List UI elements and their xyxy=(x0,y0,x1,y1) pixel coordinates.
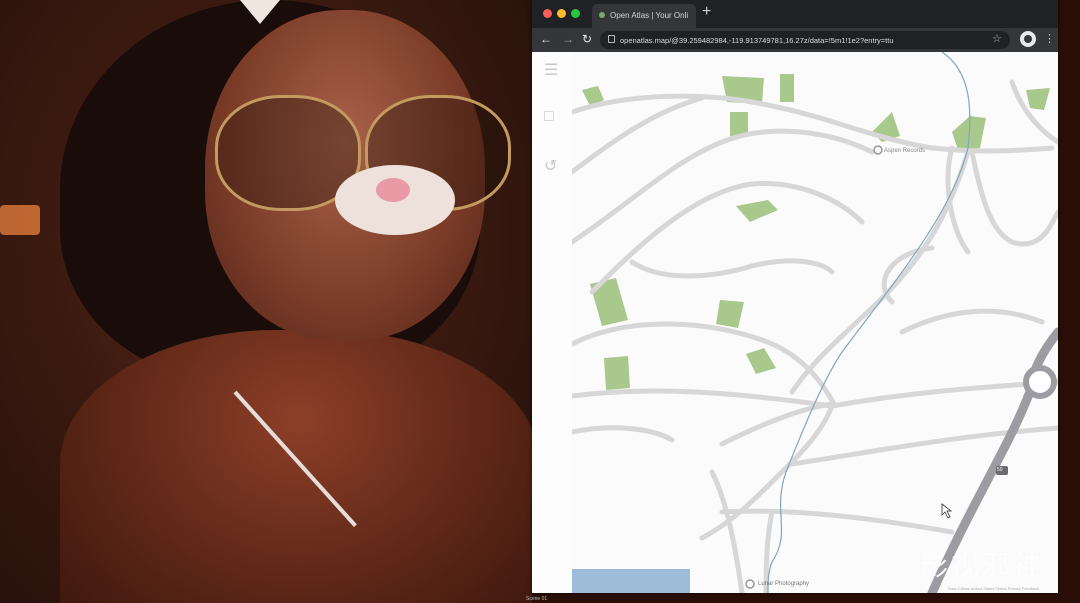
route-badge-label: 50 xyxy=(997,467,1003,473)
road xyxy=(881,245,935,305)
road xyxy=(789,149,971,395)
roads xyxy=(572,79,1058,593)
watermark-text: 影视邪神 xyxy=(920,549,1045,582)
location-pin-icon xyxy=(745,579,755,589)
maximize-window-button[interactable] xyxy=(571,9,580,18)
road xyxy=(572,128,875,245)
map-canvas[interactable]: Aspen Records Lunar Photography 50 Data … xyxy=(572,52,1058,593)
lock-icon xyxy=(608,35,615,43)
road xyxy=(719,508,955,535)
webcam-scene xyxy=(0,0,532,603)
road xyxy=(629,258,835,279)
tab-title: Open Atlas | Your Onli xyxy=(610,11,689,20)
poi-label-aspen: Aspen Records xyxy=(884,148,926,154)
address-bar[interactable]: openatlas.map/@39.259482984,-119.9137497… xyxy=(600,31,1010,49)
side-rail: ☰ □ ↺ xyxy=(532,52,573,593)
park xyxy=(746,348,776,374)
back-arrow-icon[interactable]: ← xyxy=(540,32,552,46)
map-attribution[interactable]: Data ©Atlas United States Terms Privacy … xyxy=(948,586,1039,591)
more-menu-icon[interactable]: ⋮ xyxy=(1044,32,1055,45)
road xyxy=(789,425,1058,467)
bookmark-star-icon[interactable]: ☆ xyxy=(992,32,1002,45)
person-body xyxy=(60,330,532,603)
profile-avatar-icon[interactable] xyxy=(1020,31,1036,47)
park xyxy=(716,300,744,328)
new-tab-button[interactable]: + xyxy=(702,3,711,21)
browser-window: Open Atlas | Your Onli + ← → ↻ openatlas… xyxy=(532,0,1058,593)
scene-caption: Scene 01 xyxy=(526,596,548,602)
road xyxy=(899,308,1045,335)
bunny-nose-tip xyxy=(376,178,410,202)
map-svg[interactable] xyxy=(572,52,1058,593)
mouse-cursor-icon xyxy=(941,503,953,519)
location-pin-icon xyxy=(873,145,883,155)
url-text: openatlas.map/@39.259482984,-119.9137497… xyxy=(620,36,894,45)
road xyxy=(709,469,745,593)
browser-toolbar: ← → ↻ openatlas.map/@39.259482984,-119.9… xyxy=(532,28,1058,52)
page-content: ☰ □ ↺ Aspen Records Lunar Photography 50… xyxy=(532,52,1058,593)
park xyxy=(780,74,794,102)
minimize-window-button[interactable] xyxy=(557,9,566,18)
park xyxy=(604,356,630,390)
water-body xyxy=(572,569,690,593)
hamburger-menu-icon[interactable]: ☰ xyxy=(544,60,558,80)
poi-marker-aspen[interactable] xyxy=(873,145,883,155)
browser-tab[interactable]: Open Atlas | Your Onli xyxy=(592,4,696,28)
favicon-icon xyxy=(599,12,605,18)
background-lamp xyxy=(0,205,40,235)
park xyxy=(1026,88,1050,110)
saved-icon[interactable]: □ xyxy=(544,108,554,126)
roundabout xyxy=(1023,365,1057,399)
history-icon[interactable]: ↺ xyxy=(544,156,557,176)
forward-arrow-icon[interactable]: → xyxy=(562,32,574,46)
road xyxy=(969,149,1058,247)
park xyxy=(736,200,778,222)
road xyxy=(572,425,675,443)
reload-icon[interactable]: ↻ xyxy=(582,32,592,46)
poi-marker-lunar[interactable] xyxy=(745,579,755,589)
close-window-button[interactable] xyxy=(543,9,552,18)
bunny-ear-filter xyxy=(240,0,280,24)
title-bar: Open Atlas | Your Onli + xyxy=(532,0,1058,28)
parks xyxy=(582,74,1050,390)
poi-label-lunar: Lunar Photography xyxy=(758,581,810,587)
